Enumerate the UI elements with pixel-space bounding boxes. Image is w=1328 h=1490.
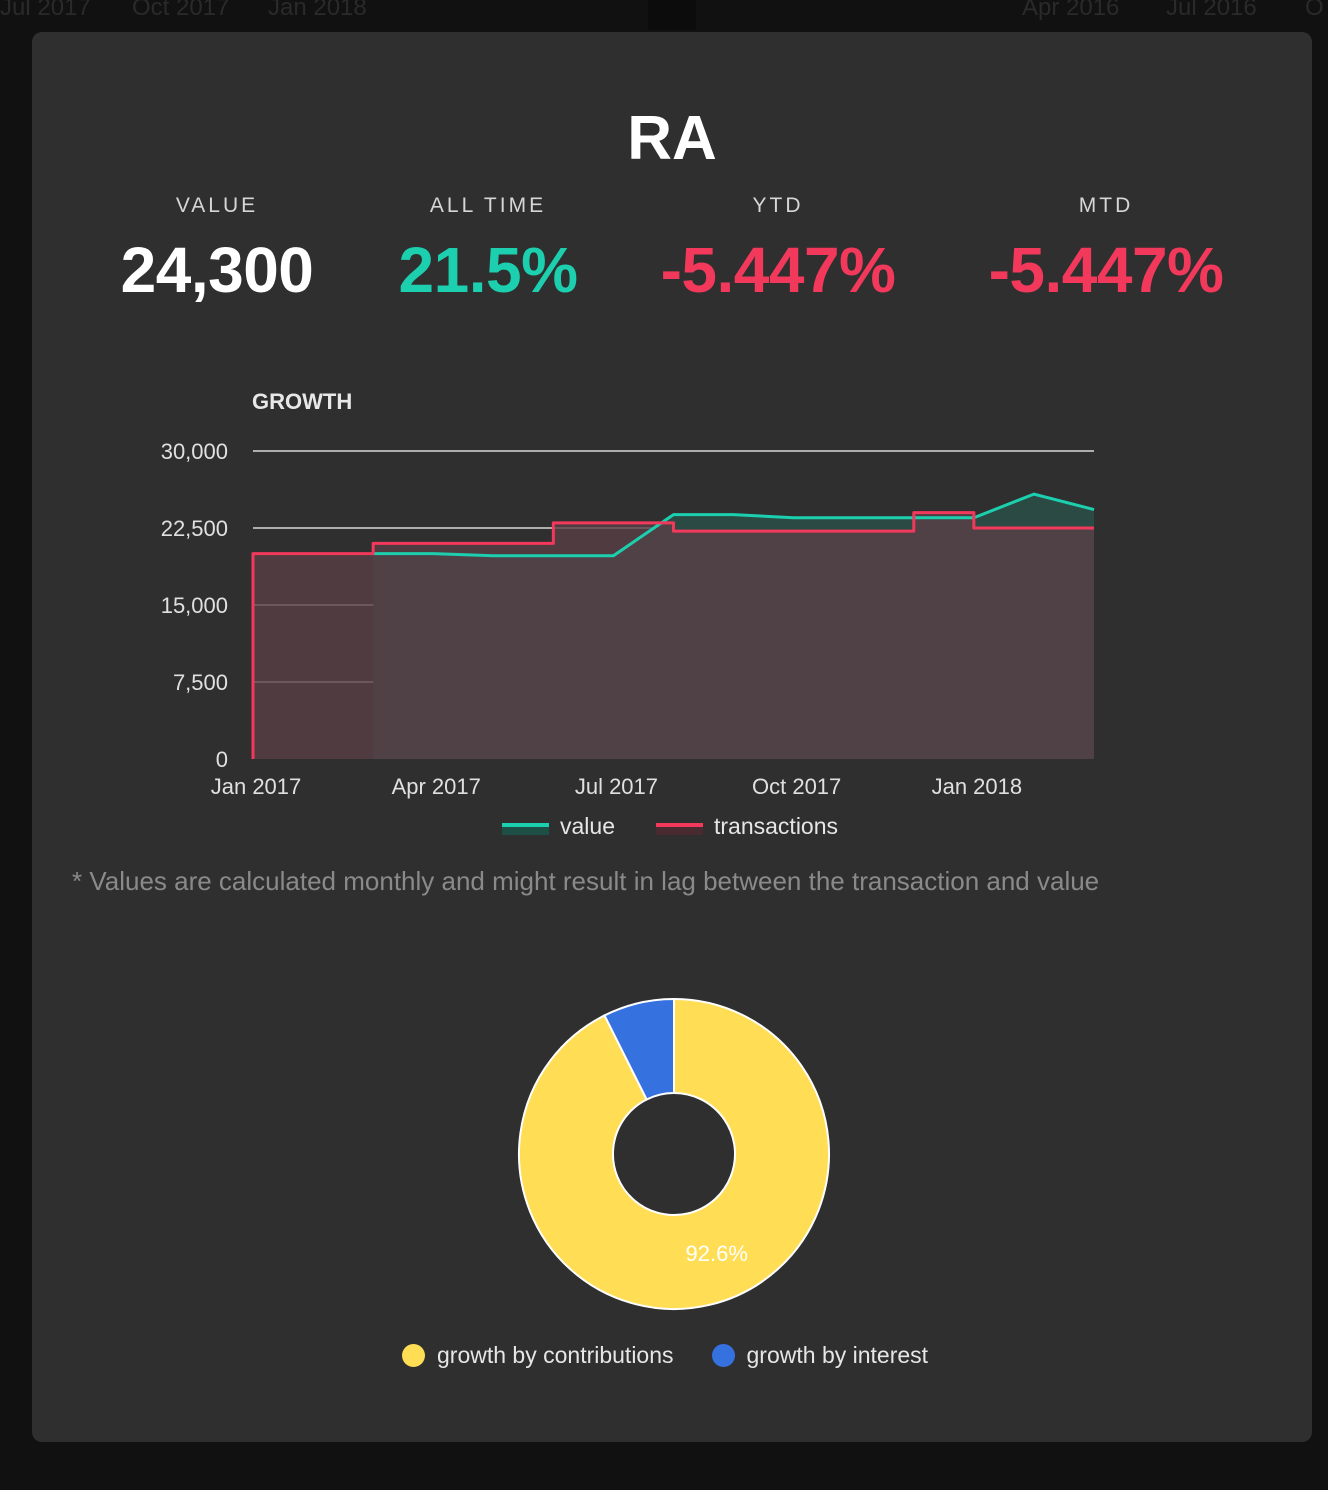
background-axis-label: Jan 2018	[268, 0, 367, 21]
pie-slices	[518, 997, 830, 1310]
legend-item-interest: growth by interest	[711, 1342, 929, 1369]
background-axis-label: O	[1305, 0, 1324, 21]
background-stripe	[648, 0, 696, 30]
legend-label-contributions: growth by contributions	[437, 1342, 674, 1368]
pie-slice-label: 92.6%	[686, 1241, 748, 1266]
legend-dot-interest	[711, 1344, 735, 1367]
pie-legend: growth by contributions growth by intere…	[402, 1342, 966, 1369]
growth-breakdown-pie: 92.6%	[518, 997, 830, 1310]
background-axis-label: Oct 2017	[132, 0, 230, 21]
background-axis-label: Jul 2017	[0, 0, 91, 21]
legend-label-interest: growth by interest	[746, 1342, 929, 1368]
background-axis-label: Jul 2016	[1166, 0, 1257, 21]
legend-dot-contributions	[402, 1344, 425, 1367]
background-axis-label: Apr 2016	[1022, 0, 1120, 21]
account-modal: RA VALUE 24,300 ALL TIME 21.5% YTD -5.44…	[32, 32, 1312, 1442]
legend-item-contributions: growth by contributions	[402, 1342, 674, 1369]
